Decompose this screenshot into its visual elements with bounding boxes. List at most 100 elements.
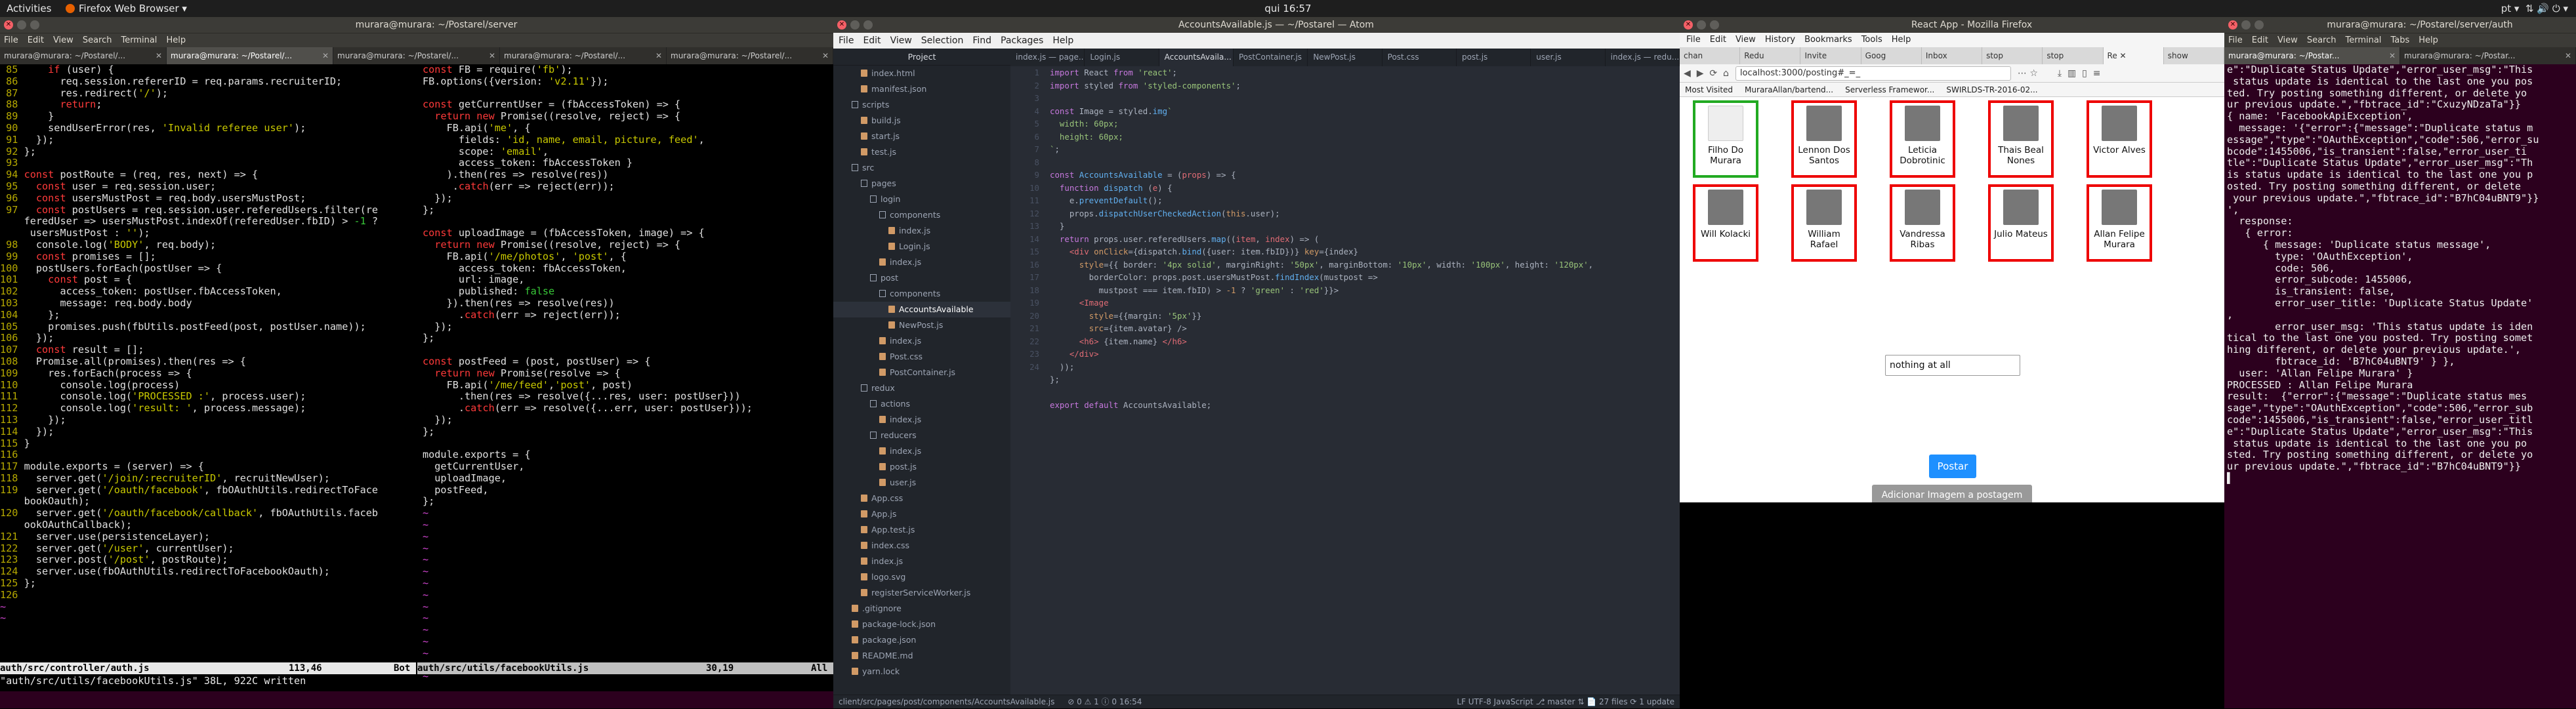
account-card[interactable]: William Rafael [1791, 184, 1857, 262]
status-path[interactable]: client/src/pages/post/components/Account… [839, 697, 1054, 706]
tree-file[interactable]: App.js [833, 506, 1010, 522]
close-icon[interactable]: ✕ [156, 47, 162, 64]
browser-tab[interactable]: stop [2043, 47, 2104, 64]
menu-help[interactable]: Help [1892, 35, 1911, 45]
tree-file[interactable]: index.html [833, 66, 1010, 81]
tree-folder[interactable]: components [833, 207, 1010, 223]
editor-tab[interactable]: index.js — redu... [1606, 49, 1680, 66]
menu-bookmarks[interactable]: Bookmarks [1804, 35, 1852, 45]
browser-tab[interactable]: chan [1680, 47, 1741, 64]
browser-tab[interactable]: Re ✕ [2103, 47, 2164, 64]
forward-icon[interactable]: ▶ [1697, 68, 1704, 79]
terminal-output[interactable]: e":"Duplicate Status Update","error_user… [2227, 64, 2573, 707]
tree-file[interactable]: user.js [833, 475, 1010, 491]
project-tree[interactable]: Project index.html manifest.json scripts bu… [833, 49, 1010, 695]
editor-tab[interactable]: NewPost.js [1308, 49, 1382, 66]
status-right[interactable]: LF UTF-8 JavaScript ⎇ master ⇅ 📄 27 file… [1457, 695, 1674, 709]
menu-history[interactable]: History [1765, 35, 1795, 45]
tree-folder[interactable]: pages [833, 176, 1010, 192]
menu-view[interactable]: View [2277, 35, 2298, 45]
tree-file[interactable]: build.js [833, 113, 1010, 129]
editor-tab[interactable]: PostContainer.js [1234, 49, 1308, 66]
bookmark-item[interactable]: SWIRLDS-TR-2016-02... [1946, 85, 2037, 94]
back-icon[interactable]: ◀ [1684, 68, 1691, 79]
tree-file[interactable]: index.js [833, 333, 1010, 349]
account-card[interactable]: Allan Felipe Murara [2087, 184, 2152, 262]
menu-file[interactable]: File [839, 35, 854, 46]
menu-packages[interactable]: Packages [1001, 35, 1043, 46]
close-icon[interactable]: ✕ [489, 47, 495, 64]
close-icon[interactable]: ✕ [1684, 20, 1693, 30]
browser-tab[interactable]: Redu [1740, 47, 1801, 64]
menu-terminal[interactable]: Terminal [2345, 35, 2381, 45]
account-card[interactable]: Lennon Dos Santos [1791, 100, 1857, 178]
vim-editor[interactable]: 85 if (user) { 86 req.session.refererID … [0, 64, 833, 691]
tree-folder[interactable]: actions [833, 396, 1010, 412]
close-icon[interactable]: ✕ [2228, 20, 2237, 30]
tree-folder[interactable]: post [833, 270, 1010, 286]
close-icon[interactable]: ✕ [837, 20, 846, 30]
bookmark-star-icon[interactable]: ☆ [2029, 68, 2038, 79]
browser-tab[interactable]: show [2164, 47, 2224, 64]
atom-titlebar[interactable]: ✕ AccountsAvailable.js — ~/Postarel — At… [833, 17, 1680, 33]
tree-file[interactable]: index.js [833, 554, 1010, 569]
firefox-window[interactable]: ✕ React App - Mozilla Firefox File Edit Vi… [1680, 17, 2224, 518]
tree-folder[interactable]: login [833, 192, 1010, 207]
tree-file[interactable]: registerServiceWorker.js [833, 585, 1010, 601]
menu-find[interactable]: Find [972, 35, 991, 46]
menu-icon[interactable]: ≡ [2093, 68, 2101, 79]
minimize-icon[interactable] [17, 20, 26, 30]
more-icon[interactable]: ⋯ [2018, 68, 2027, 79]
terminal-window-2[interactable]: ✕ murara@murara: ~/Postarel/server/auth … [2224, 17, 2576, 708]
menu-edit[interactable]: Edit [28, 35, 44, 45]
close-icon[interactable]: ✕ [322, 47, 329, 64]
system-tray[interactable]: pt ▾ ⇅ 🔊 ⏻ ▾ [2501, 0, 2568, 17]
browser-tab[interactable]: Invite [1800, 47, 1861, 64]
tree-file[interactable]: start.js [833, 129, 1010, 144]
tree-file[interactable]: .gitignore [833, 601, 1010, 617]
tree-file[interactable]: logo.svg [833, 569, 1010, 585]
minimize-icon[interactable] [850, 20, 860, 30]
account-card[interactable]: Thais Beal Nones [1988, 100, 2054, 178]
tree-file[interactable]: PostContainer.js [833, 365, 1010, 380]
editor-tab[interactable]: index.js — page... [1010, 49, 1085, 66]
terminal-tab[interactable]: murara@murara: ~/Postarel/... ✕ [500, 47, 667, 64]
sidebar-icon[interactable]: ▯ [2082, 68, 2087, 79]
editor-tab[interactable]: post.js [1457, 49, 1531, 66]
app-menu[interactable]: Firefox Web Browser ▾ [66, 0, 187, 17]
account-card[interactable]: Will Kolacki [1693, 184, 1758, 262]
editor-tab[interactable]: AccountsAvaila... [1159, 49, 1234, 66]
library-icon[interactable]: ▥ [2067, 68, 2076, 79]
close-icon[interactable]: ✕ [2389, 47, 2396, 64]
menu-help[interactable]: Help [166, 35, 186, 45]
tree-file[interactable]: NewPost.js [833, 317, 1010, 333]
terminal-titlebar[interactable]: ✕ murara@murara: ~/Postarel/server [0, 17, 833, 33]
post-text-input[interactable]: nothing at all [1885, 355, 2020, 376]
tree-file[interactable]: manifest.json [833, 81, 1010, 97]
menu-file[interactable]: File [2228, 35, 2243, 45]
tree-file[interactable]: index.js [833, 223, 1010, 239]
menu-edit[interactable]: Edit [1710, 35, 1726, 45]
clock[interactable]: qui 16:57 [1211, 0, 1365, 17]
activities-button[interactable]: Activities [7, 0, 51, 17]
tree-file[interactable]: README.md [833, 648, 1010, 664]
account-card[interactable]: Filho Do Murara [1693, 100, 1758, 178]
tree-file[interactable]: package.json [833, 632, 1010, 648]
maximize-icon[interactable] [1710, 20, 1719, 30]
menu-terminal[interactable]: Terminal [121, 35, 157, 45]
terminal-tab[interactable]: murara@murara: ~/Postarel/... ✕ [0, 47, 167, 64]
menu-help[interactable]: Help [1052, 35, 1073, 46]
maximize-icon[interactable] [2254, 20, 2264, 30]
tree-file[interactable]: index.js [833, 412, 1010, 428]
terminal2-titlebar[interactable]: ✕ murara@murara: ~/Postarel/server/auth [2224, 17, 2576, 33]
tree-file[interactable]: Post.css [833, 349, 1010, 365]
account-card[interactable]: Leticia Dobrotinic [1890, 100, 1955, 178]
close-icon[interactable]: ✕ [4, 20, 13, 30]
tree-folder[interactable]: reducers [833, 428, 1010, 443]
menu-search[interactable]: Search [83, 35, 112, 45]
bookmark-item[interactable]: Serverless Framewor... [1845, 85, 1934, 94]
menu-tools[interactable]: Tools [1861, 35, 1882, 45]
bookmark-item[interactable]: Most Visited [1685, 85, 1733, 94]
tree-folder[interactable]: redux [833, 380, 1010, 396]
tree-file[interactable]: App.css [833, 491, 1010, 506]
